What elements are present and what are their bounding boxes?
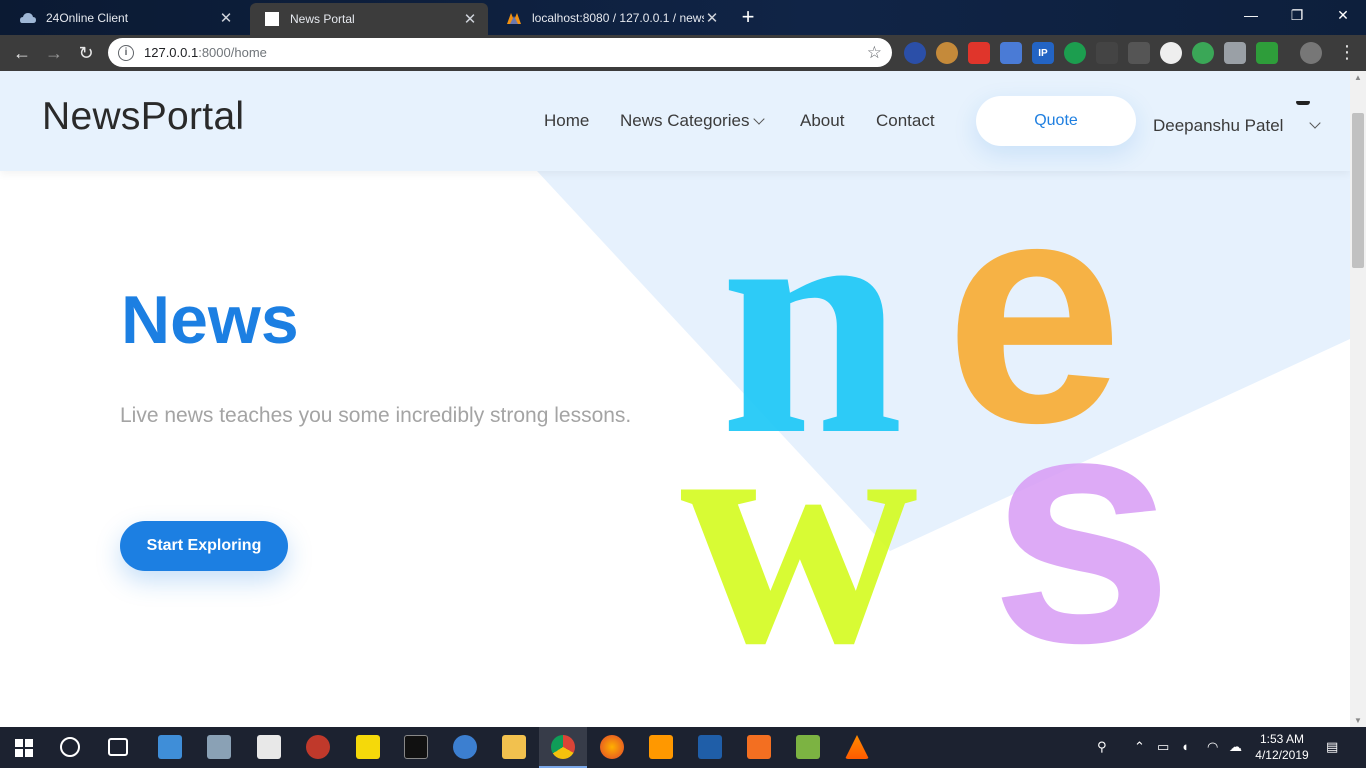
nav-news-categories[interactable]: News Categories xyxy=(620,111,766,131)
sublime-text-icon[interactable] xyxy=(649,735,673,759)
close-window-icon[interactable]: ✕ xyxy=(1320,0,1366,30)
windows-taskbar: ⚲ ⌃ ▭ ◖ ◠ ☁ 1:53 AM 4/12/2019 ▤ xyxy=(0,727,1366,768)
store-icon[interactable] xyxy=(257,735,281,759)
sticky-notes-icon[interactable] xyxy=(356,735,380,759)
nav-about[interactable]: About xyxy=(800,111,844,131)
nav-home[interactable]: Home xyxy=(544,111,589,131)
search-circle-icon[interactable] xyxy=(60,737,80,757)
hero-title: News xyxy=(121,282,299,358)
notifications-icon[interactable]: ▤ xyxy=(1326,739,1338,755)
restore-icon[interactable]: ❐ xyxy=(1274,0,1320,30)
profile-avatar[interactable] xyxy=(1300,42,1322,64)
art-letter-s: s xyxy=(990,342,1174,661)
user-avatar-mark xyxy=(1296,101,1310,105)
phpmyadmin-icon xyxy=(506,10,522,26)
tray-chevron-up-icon[interactable]: ⌃ xyxy=(1134,739,1145,755)
browser-tab-24online[interactable]: 24Online Client ✕ xyxy=(6,3,244,33)
extension-cors-icon[interactable] xyxy=(1256,42,1278,64)
taskbar-clock[interactable]: 1:53 AM 4/12/2019 xyxy=(1248,731,1316,763)
forward-arrow-icon[interactable]: → xyxy=(40,39,68,67)
extension-robot-icon[interactable] xyxy=(1160,42,1182,64)
task-view-icon[interactable] xyxy=(108,738,128,756)
dev-cpp-icon[interactable] xyxy=(698,735,722,759)
extension-ip-icon[interactable]: IP xyxy=(1032,42,1054,64)
extension-pen-icon[interactable] xyxy=(1128,42,1150,64)
chrome-icon[interactable] xyxy=(551,735,575,759)
onedrive-cloud-icon[interactable]: ☁ xyxy=(1229,739,1242,755)
tab-title: News Portal xyxy=(290,12,355,26)
battery-icon[interactable]: ▭ xyxy=(1157,739,1169,755)
qbittorrent-icon[interactable] xyxy=(453,735,477,759)
notepad-plus-icon[interactable] xyxy=(796,735,820,759)
browser-tab-phpmyadmin[interactable]: localhost:8080 / 127.0.0.1 / news ✕ xyxy=(492,3,730,33)
nav-contact[interactable]: Contact xyxy=(876,111,935,131)
terminal-icon[interactable] xyxy=(404,735,428,759)
extension-globe-icon[interactable] xyxy=(904,42,926,64)
url-path: :8000/home xyxy=(198,45,267,60)
vlc-icon[interactable] xyxy=(845,735,869,759)
browser-menu-icon[interactable]: ⋮ xyxy=(1338,42,1356,63)
extension-translate-icon[interactable] xyxy=(1000,42,1022,64)
address-bar[interactable]: i 127.0.0.1:8000/home ☆ xyxy=(108,38,892,67)
reload-icon[interactable]: ↻ xyxy=(72,39,100,67)
scroll-down-arrow-icon[interactable]: ▼ xyxy=(1354,716,1362,725)
chevron-down-icon xyxy=(753,113,766,125)
scrollbar-thumb[interactable] xyxy=(1352,113,1364,268)
user-name[interactable]: Deepanshu Patel xyxy=(1153,116,1283,136)
clock-time: 1:53 AM xyxy=(1259,732,1305,746)
control-panel-icon[interactable] xyxy=(158,735,182,759)
site-logo[interactable]: NewsPortal xyxy=(42,95,244,139)
people-icon[interactable]: ⚲ xyxy=(1097,739,1107,755)
firefox-icon[interactable] xyxy=(600,735,624,759)
xampp-icon[interactable] xyxy=(747,735,771,759)
start-exploring-button[interactable]: Start Exploring xyxy=(120,521,288,571)
page-scrollbar[interactable]: ▲ ▼ xyxy=(1350,71,1366,727)
close-tab-icon[interactable]: ✕ xyxy=(704,9,720,27)
info-icon[interactable]: i xyxy=(118,44,134,61)
tab-title: localhost:8080 / 127.0.0.1 / news xyxy=(532,11,704,25)
back-arrow-icon[interactable]: ← xyxy=(8,39,36,67)
windows-start-icon[interactable] xyxy=(0,727,48,768)
browser-tab-news-portal[interactable]: News Portal ✕ xyxy=(250,3,488,35)
extension-badge-icon[interactable] xyxy=(1064,42,1086,64)
url-text[interactable]: 127.0.0.1:8000/home xyxy=(144,45,867,60)
wifi-icon[interactable]: ◠ xyxy=(1207,739,1218,755)
extension-earth-icon[interactable] xyxy=(1192,42,1214,64)
hero-subtitle: Live news teaches you some incredibly st… xyxy=(120,404,632,427)
new-tab-button[interactable]: + xyxy=(736,5,760,29)
page-viewport: NewsPortal Home News Categories About Co… xyxy=(0,71,1350,727)
bookmark-star-icon[interactable]: ☆ xyxy=(867,43,882,63)
minimize-icon[interactable]: — xyxy=(1228,0,1274,30)
art-letter-w: w xyxy=(680,348,918,661)
psiphon-icon[interactable] xyxy=(306,735,330,759)
extension-mask-icon[interactable] xyxy=(1096,42,1118,64)
cloud-icon xyxy=(20,10,36,26)
extension-drive-icon[interactable] xyxy=(1224,42,1246,64)
extension-cookie-icon[interactable] xyxy=(936,42,958,64)
page-icon xyxy=(264,11,280,27)
file-explorer-icon[interactable] xyxy=(502,735,526,759)
close-tab-icon[interactable]: ✕ xyxy=(462,10,478,28)
system-monitor-icon[interactable] xyxy=(207,735,231,759)
quote-button[interactable]: Quote xyxy=(976,96,1136,146)
url-host: 127.0.0.1 xyxy=(144,45,199,60)
news-lettering-illustration: n e w s xyxy=(680,181,1174,661)
scroll-up-arrow-icon[interactable]: ▲ xyxy=(1354,73,1362,82)
extension-shield-icon[interactable] xyxy=(968,42,990,64)
browser-toolbar: ← → ↻ i 127.0.0.1:8000/home ☆ IP ⋮ xyxy=(0,35,1366,71)
volume-icon[interactable]: ◖ xyxy=(1181,739,1189,754)
nav-news-categories-label: News Categories xyxy=(620,111,750,130)
extensions-bar: IP xyxy=(904,42,1278,64)
browser-tab-strip: 24Online Client ✕ News Portal ✕ localhos… xyxy=(0,0,1366,35)
user-menu-chevron-icon[interactable] xyxy=(1309,117,1321,129)
tab-title: 24Online Client xyxy=(46,11,129,25)
site-header: NewsPortal Home News Categories About Co… xyxy=(0,71,1350,171)
close-tab-icon[interactable]: ✕ xyxy=(218,9,234,27)
clock-date: 4/12/2019 xyxy=(1255,748,1309,762)
